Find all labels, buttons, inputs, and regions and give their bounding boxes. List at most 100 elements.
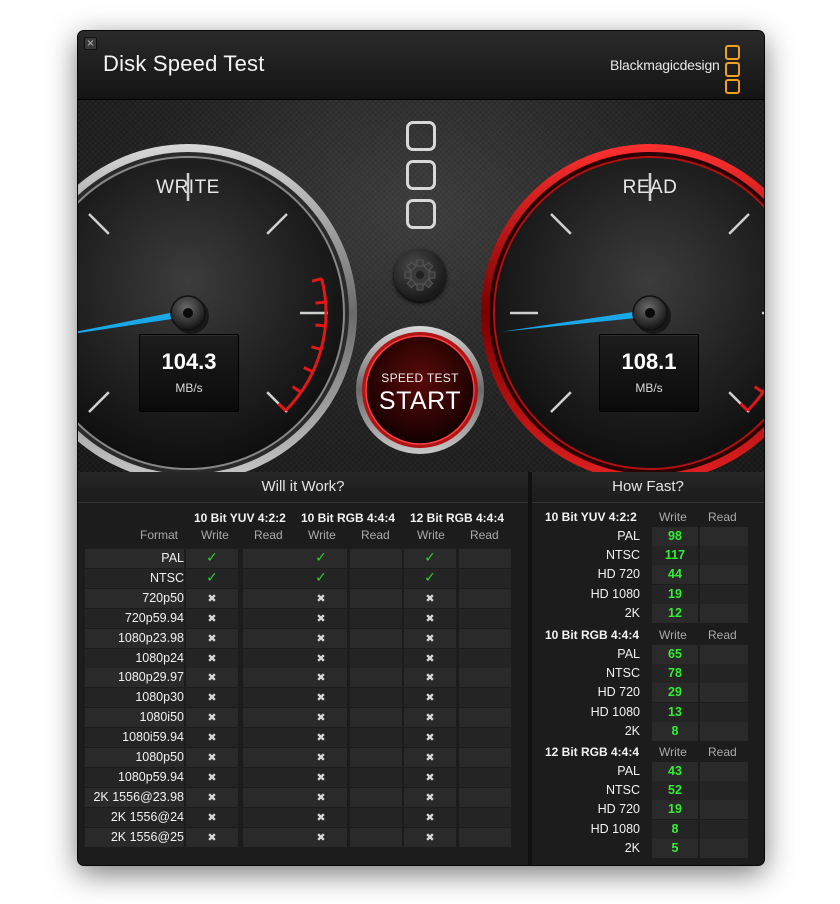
cross-icon: ✖ bbox=[425, 611, 435, 625]
read-result-cell bbox=[459, 728, 511, 748]
read-gauge-label: READ bbox=[622, 177, 678, 198]
read-result-cell bbox=[350, 549, 402, 568]
write-result-cell: ✖ bbox=[404, 728, 456, 748]
write-column-header: Write bbox=[659, 745, 687, 759]
write-result-cell: ✖ bbox=[295, 668, 347, 688]
blackmagic-logo-icon bbox=[406, 121, 436, 238]
cross-icon: ✖ bbox=[316, 651, 326, 665]
write-result-cell: ✓ bbox=[186, 568, 238, 588]
read-column-header: Read bbox=[361, 528, 390, 542]
start-button-label: START bbox=[378, 387, 462, 415]
write-result-cell: ✓ bbox=[404, 568, 456, 588]
write-result-cell: ✖ bbox=[295, 767, 347, 787]
will-it-work-header: Will it Work? bbox=[78, 472, 528, 503]
read-speed-value bbox=[700, 683, 748, 703]
read-speed-value bbox=[700, 565, 748, 585]
read-result-cell bbox=[350, 767, 402, 787]
format-label: 2K bbox=[624, 605, 640, 620]
read-result-cell bbox=[350, 827, 402, 847]
write-result-cell: ✖ bbox=[186, 588, 238, 608]
read-speed-value bbox=[700, 527, 748, 546]
close-icon[interactable]: × bbox=[84, 37, 97, 50]
app-window: × Disk Speed Test Blackmagicdesign WRITE… bbox=[78, 31, 764, 865]
write-result-cell: ✖ bbox=[186, 628, 238, 648]
cross-icon: ✖ bbox=[316, 711, 326, 725]
write-speed-value: 13 bbox=[652, 702, 698, 722]
read-result-cell bbox=[459, 708, 511, 728]
write-result-cell: ✖ bbox=[295, 628, 347, 648]
cross-icon: ✖ bbox=[207, 770, 217, 784]
read-result-cell bbox=[243, 668, 295, 688]
write-result-cell: ✖ bbox=[186, 668, 238, 688]
write-speed-readout: 104.3 MB/s bbox=[139, 334, 239, 412]
read-result-cell bbox=[243, 628, 295, 648]
read-result-cell bbox=[350, 787, 402, 807]
write-result-cell: ✖ bbox=[404, 628, 456, 648]
start-button-caption: SPEED TEST bbox=[381, 371, 459, 385]
write-result-cell: ✖ bbox=[404, 668, 456, 688]
format-label: 720p50 bbox=[142, 590, 184, 605]
format-label: HD 1080 bbox=[590, 586, 640, 601]
write-speed-value: 19 bbox=[652, 584, 698, 604]
format-label: HD 1080 bbox=[590, 821, 640, 836]
read-speed-value bbox=[700, 781, 748, 801]
read-speed-value bbox=[700, 838, 748, 858]
cross-icon: ✖ bbox=[316, 770, 326, 784]
format-column-header: Format bbox=[140, 528, 179, 542]
write-result-cell: ✖ bbox=[295, 728, 347, 748]
cross-icon: ✖ bbox=[207, 631, 217, 645]
read-speed-value bbox=[700, 762, 748, 781]
group-header: 12 Bit RGB 4:4:4 bbox=[545, 745, 640, 759]
cross-icon: ✖ bbox=[425, 591, 435, 605]
gear-icon[interactable] bbox=[394, 249, 446, 301]
group-header: 10 Bit RGB 4:4:4 bbox=[301, 511, 396, 525]
write-speed-unit: MB/s bbox=[175, 381, 203, 395]
read-result-cell bbox=[243, 787, 295, 807]
format-label: 1080i59.94 bbox=[122, 730, 184, 745]
format-label: 1080p59.94 bbox=[117, 769, 184, 784]
read-result-cell bbox=[459, 608, 511, 628]
read-result-cell bbox=[243, 807, 295, 827]
format-label: HD 1080 bbox=[590, 704, 640, 719]
write-result-cell: ✖ bbox=[186, 648, 238, 668]
read-result-cell bbox=[350, 748, 402, 767]
cross-icon: ✖ bbox=[425, 631, 435, 645]
format-label: HD 720 bbox=[597, 802, 640, 817]
cross-icon: ✖ bbox=[316, 611, 326, 625]
read-speed-value bbox=[700, 819, 748, 839]
panel-divider bbox=[528, 472, 532, 865]
cross-icon: ✖ bbox=[316, 671, 326, 685]
cross-icon: ✖ bbox=[425, 830, 435, 844]
format-label: 1080p23.98 bbox=[117, 630, 184, 645]
write-column-header: Write bbox=[659, 510, 687, 524]
check-icon: ✓ bbox=[206, 550, 218, 566]
format-label: PAL bbox=[617, 529, 640, 543]
write-result-cell: ✖ bbox=[295, 608, 347, 628]
read-result-cell bbox=[350, 648, 402, 668]
write-result-cell: ✓ bbox=[295, 568, 347, 588]
cross-icon: ✖ bbox=[425, 751, 435, 764]
read-speed-value bbox=[700, 645, 748, 664]
read-result-cell bbox=[350, 708, 402, 728]
cross-icon: ✖ bbox=[316, 751, 326, 764]
format-label: 1080i50 bbox=[139, 710, 185, 725]
read-result-cell bbox=[459, 568, 511, 588]
cross-icon: ✖ bbox=[316, 790, 326, 804]
blackmagic-logo-icon bbox=[725, 45, 740, 94]
cross-icon: ✖ bbox=[207, 671, 217, 685]
group-header: 12 Bit RGB 4:4:4 bbox=[410, 511, 505, 525]
read-result-cell bbox=[459, 688, 511, 708]
check-icon: ✓ bbox=[424, 569, 436, 586]
write-speed-value: 19 bbox=[652, 800, 698, 820]
write-speed-value: 117 bbox=[652, 546, 698, 566]
read-speed-value bbox=[700, 800, 748, 820]
cross-icon: ✖ bbox=[207, 830, 217, 844]
cross-icon: ✖ bbox=[425, 711, 435, 725]
read-result-cell bbox=[350, 628, 402, 648]
read-result-cell bbox=[459, 748, 511, 767]
format-label: 1080p29.97 bbox=[117, 670, 184, 685]
read-result-cell bbox=[459, 787, 511, 807]
write-result-cell: ✖ bbox=[404, 648, 456, 668]
write-gauge-red-tick bbox=[315, 300, 326, 305]
format-label: HD 720 bbox=[597, 567, 640, 582]
